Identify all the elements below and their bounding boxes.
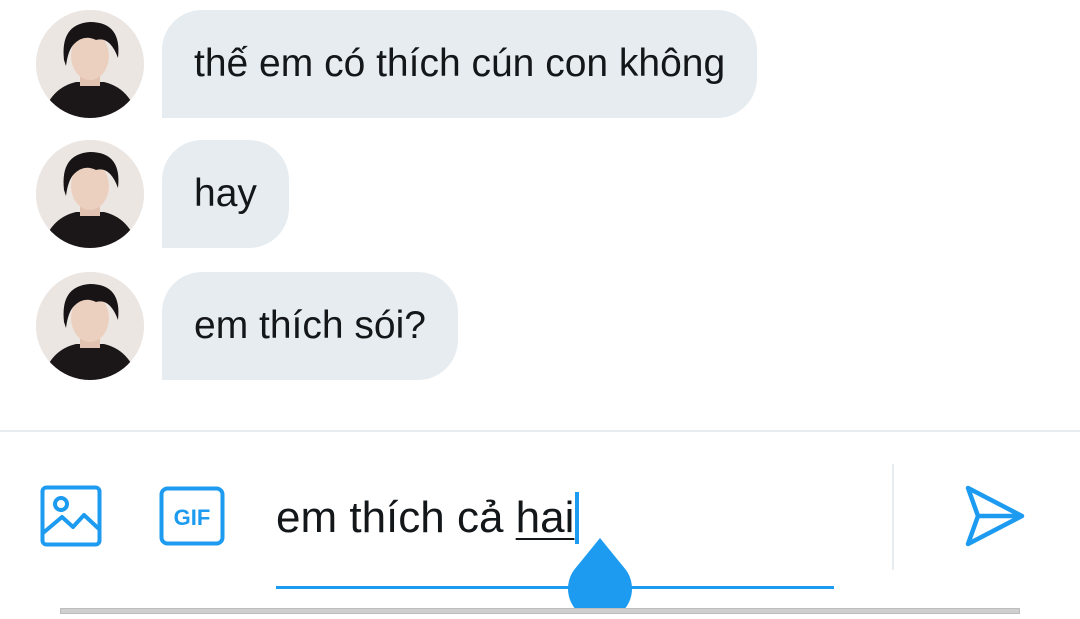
message-text: hay xyxy=(194,172,257,215)
message-input[interactable]: em thích cả hai xyxy=(276,486,580,550)
message-bubble[interactable]: thế em có thích cún con không xyxy=(162,10,758,118)
input-text-composing: hai xyxy=(515,493,575,542)
message-text: em thích sói? xyxy=(194,304,426,347)
send-button[interactable] xyxy=(964,484,1026,553)
message-bubble[interactable]: hay xyxy=(162,140,289,248)
gif-label: GIF xyxy=(174,505,211,530)
input-underline xyxy=(276,586,834,589)
gif-button[interactable]: GIF xyxy=(159,486,225,551)
gif-icon: GIF xyxy=(159,486,225,546)
keyboard-edge xyxy=(60,608,1020,614)
send-divider xyxy=(892,464,894,570)
message-bubble[interactable]: em thích sói? xyxy=(162,272,458,380)
composer-divider xyxy=(0,430,1080,432)
text-caret xyxy=(575,492,580,544)
avatar[interactable] xyxy=(36,10,144,118)
message-text: thế em có thích cún con không xyxy=(194,42,726,85)
send-icon xyxy=(965,485,1025,547)
avatar[interactable] xyxy=(36,140,144,248)
image-button[interactable] xyxy=(40,485,102,552)
image-icon xyxy=(40,485,102,547)
cursor-handle[interactable] xyxy=(566,538,634,619)
input-text: em thích cả xyxy=(276,493,516,542)
avatar[interactable] xyxy=(36,272,144,380)
